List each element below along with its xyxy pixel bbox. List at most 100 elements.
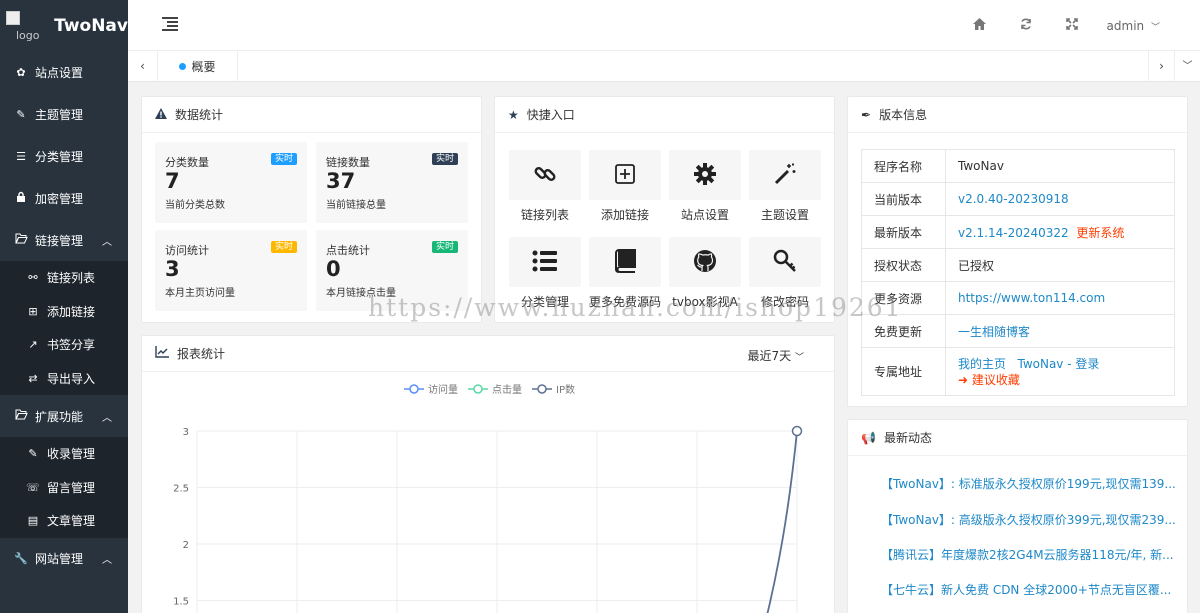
table-row: 最新版本 v2.1.14-20240322 更新系统 (861, 215, 1175, 249)
data-point (791, 425, 803, 437)
top-header: admin ﹀ (128, 0, 1200, 51)
report-card: 报表统计 最近7天 ﹀ 访问量 点击量 IP数 3 2.5 2 1.5 (141, 335, 835, 613)
github-icon (693, 249, 717, 276)
external-link-icon: ↗ (28, 338, 38, 352)
quick-more-source[interactable]: 更多免费源码 (589, 237, 661, 309)
link-icon: ⚯ (28, 271, 38, 285)
update-system-link[interactable]: 更新系统 (1076, 226, 1124, 240)
chevron-up-icon: ︿ (102, 412, 112, 424)
sidebar-item-website[interactable]: 🔧 网站管理 ︿ (0, 538, 128, 580)
news-item[interactable]: 【TwoNav】: 标准版永久授权原价199元,现仅需139... (881, 475, 1176, 492)
sidebar-item-links[interactable]: 链接管理 ︿ (0, 219, 128, 261)
y-tick-label: 2 (183, 540, 189, 551)
stat-link-count: 链接数量 实时 37 当前链接总量 (316, 142, 468, 223)
arrow-left-icon: ➜ (958, 372, 969, 387)
link-icon (533, 162, 557, 189)
legend-label: IP数 (556, 383, 575, 396)
free-update-link[interactable]: 一生相随博客 (958, 325, 1030, 339)
sidebar-sub-articles[interactable]: ▤ 文章管理 (0, 504, 128, 538)
table-row: 当前版本 v2.0.40-20230918 (861, 182, 1175, 216)
quick-category-manage[interactable]: 分类管理 (509, 237, 581, 309)
tab-scroll-right-button[interactable]: › (1148, 51, 1174, 82)
tab-overview[interactable]: 概要 (158, 51, 238, 82)
sidebar-sub-import-export[interactable]: ⇄ 导出导入 (0, 362, 128, 396)
sidebar-sub-collect[interactable]: ✎ 收录管理 (0, 437, 128, 471)
bookmark-suggest-link[interactable]: ➜ 建议收藏 (958, 373, 1020, 387)
chevron-down-icon: ﹀ (1150, 22, 1160, 33)
sidebar-sub-bookmark-share[interactable]: ↗ 书签分享 (0, 328, 128, 362)
menu-toggle-icon[interactable] (162, 17, 178, 31)
version-table: 程序名称 TwoNav 当前版本 v2.0.40-20230918 最新版本 v… (861, 149, 1175, 396)
user-menu[interactable]: admin ﹀ (1095, 19, 1200, 33)
stat-click-count: 点击统计 实时 0 本月链接点击量 (316, 230, 468, 311)
status-badge: 实时 (270, 153, 297, 165)
quick-theme-settings[interactable]: 主题设置 (749, 150, 821, 222)
quick-link-list[interactable]: 链接列表 (509, 150, 581, 222)
tab-dropdown-button[interactable]: ﹀ (1174, 51, 1200, 82)
news-item[interactable]: 【TwoNav】: 高级版永久授权原价399元,现仅需239... (881, 511, 1176, 528)
more-resources-link[interactable]: https://www.ton114.com (958, 291, 1105, 305)
quick-site-settings[interactable]: 站点设置 (669, 150, 741, 222)
news-item[interactable]: 【七牛云】新人免费 CDN 全球2000+节点无盲区覆... (881, 581, 1171, 598)
series-line-ip (766, 430, 798, 613)
legend-marker (537, 384, 547, 394)
gear-icon (693, 162, 717, 189)
magic-wand-icon (773, 162, 797, 189)
quick-change-password[interactable]: 修改密码 (749, 237, 821, 309)
sidebar-item-extensions[interactable]: 扩展功能 ︿ (0, 395, 128, 437)
latest-version-link[interactable]: v2.1.14-20240322 (958, 226, 1069, 240)
sidebar-sub-add-link[interactable]: ⊞ 添加链接 (0, 295, 128, 329)
sidebar-item-encryption[interactable]: 加密管理 (0, 177, 128, 219)
fullscreen-icon[interactable] (1049, 17, 1095, 34)
wrench-icon: 🔧 (14, 552, 28, 565)
chevron-up-icon: ︿ (102, 555, 112, 566)
current-version-link[interactable]: v2.0.40-20230918 (958, 192, 1069, 206)
list-icon (532, 250, 558, 275)
line-chart-icon (155, 346, 169, 361)
quick-entry-card: ★ 快捷入口 链接列表 添加链接 站点设置 主题设置 分类管理 更多免费源码 t… (494, 96, 835, 323)
stats-card-header: 数据统计 (142, 97, 481, 133)
refresh-icon[interactable] (1003, 18, 1049, 34)
list-icon: ☰ (16, 149, 26, 163)
status-badge: 实时 (431, 241, 458, 253)
stat-category-count: 分类数量 实时 7 当前分类总数 (155, 142, 307, 223)
status-badge: 实时 (270, 241, 297, 253)
table-row: 授权状态 已授权 (861, 248, 1175, 282)
book-icon (614, 248, 636, 276)
active-dot-icon (179, 63, 187, 70)
twonav-login-link[interactable]: TwoNav - 登录 (1017, 357, 1099, 371)
home-icon[interactable] (957, 17, 1003, 34)
report-card-header: 报表统计 最近7天 ﹀ (142, 336, 834, 372)
tab-scroll-left-button[interactable]: ‹ (128, 51, 158, 82)
quick-tvbox[interactable]: tvbox影视A (669, 237, 741, 309)
app-name: TwoNav (54, 15, 128, 36)
status-badge: 实时 (431, 153, 458, 165)
range-select[interactable]: 最近7天 ﹀ (748, 347, 804, 364)
document-icon: ▤ (27, 514, 39, 528)
news-card-header: 📢 最新动态 (848, 420, 1187, 456)
sidebar-item-category[interactable]: ☰ 分类管理 (0, 135, 128, 177)
warning-icon (155, 107, 167, 122)
sidebar-sub-link-list[interactable]: ⚯ 链接列表 (0, 261, 128, 295)
my-homepage-link[interactable]: 我的主页 (958, 357, 1006, 371)
gear-icon: ✿ (16, 65, 26, 79)
table-row: 程序名称 TwoNav (861, 149, 1175, 183)
table-row: 专属地址 我的主页 TwoNav - 登录 ➜ 建议收藏 (861, 347, 1175, 396)
y-tick-label: 2.5 (173, 484, 189, 495)
chevron-up-icon: ︿ (102, 236, 112, 248)
plus-square-icon (614, 163, 636, 188)
pencil-icon: ✎ (28, 447, 38, 461)
legend-label: 点击量 (492, 384, 522, 396)
sidebar-item-theme[interactable]: ✎ 主题管理 (0, 93, 128, 135)
logo-image: logo (6, 9, 48, 43)
sidebar-sub-messages[interactable]: ☏ 留言管理 (0, 471, 128, 505)
version-card-header: ✒ 版本信息 (848, 97, 1187, 133)
version-card: ✒ 版本信息 程序名称 TwoNav 当前版本 v2.0.40-20230918… (847, 96, 1188, 407)
stats-card: 数据统计 分类数量 实时 7 当前分类总数 链接数量 实时 37 当前链接总量 … (141, 96, 482, 323)
comment-icon: ☏ (26, 480, 40, 494)
sidebar-item-site-settings[interactable]: ✿ 站点设置 (0, 51, 128, 93)
quick-add-link[interactable]: 添加链接 (589, 150, 661, 222)
y-tick-label: 1.5 (173, 597, 189, 608)
news-item[interactable]: 【腾讯云】年度爆款2核2G4M云服务器118元/年, 新... (881, 546, 1174, 563)
logo-area[interactable]: logo TwoNav (0, 0, 128, 51)
